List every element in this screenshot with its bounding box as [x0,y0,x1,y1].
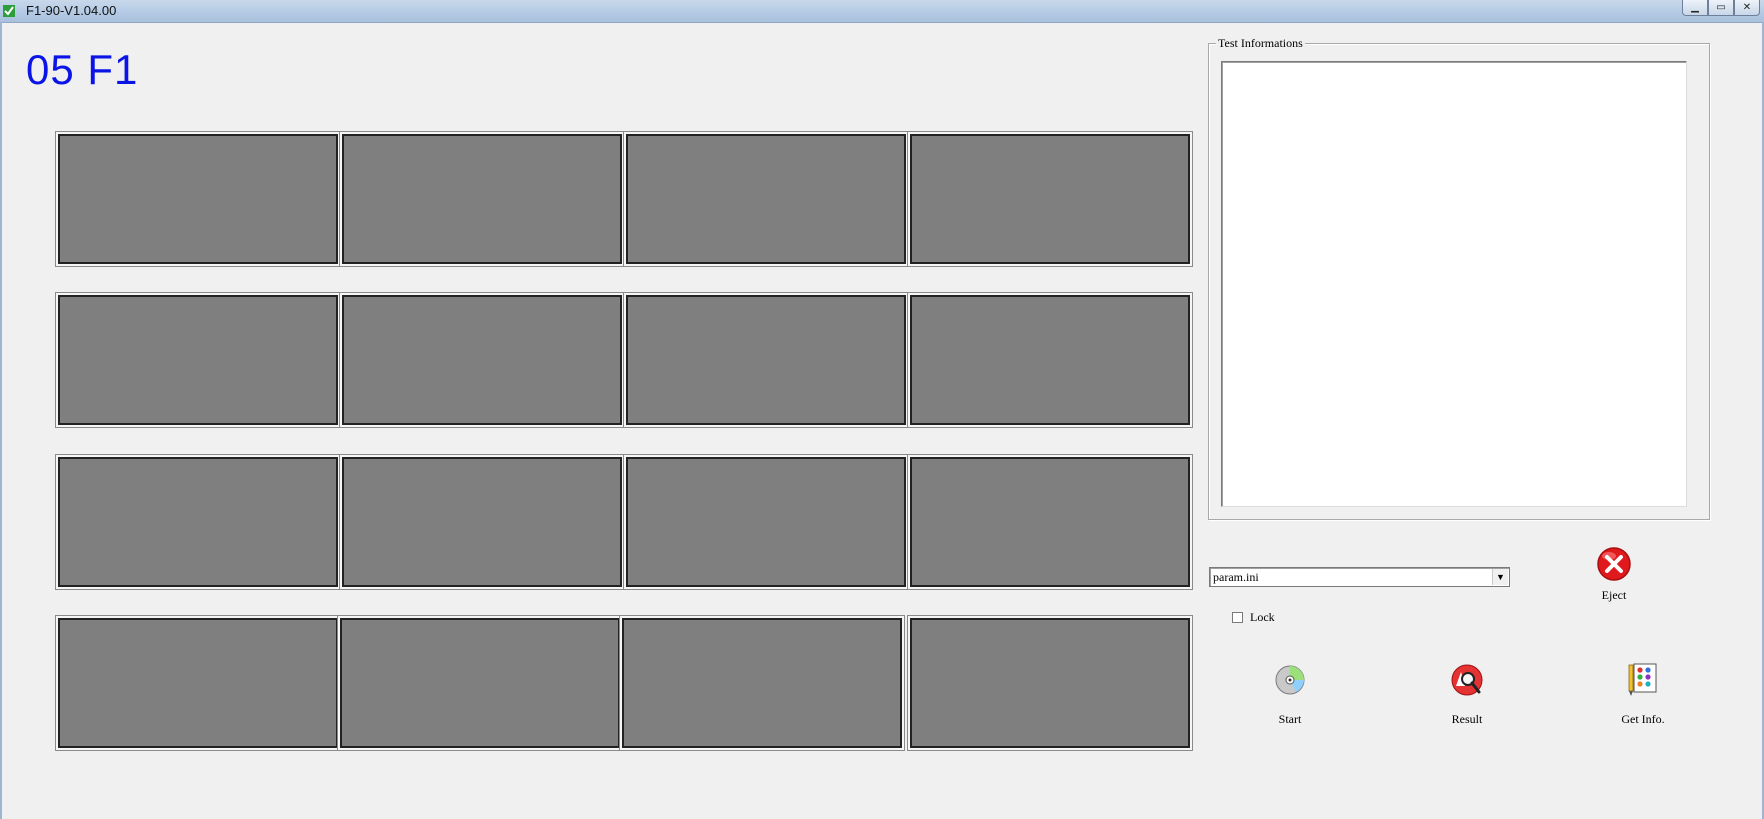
station-title: 05 F1 [26,46,139,93]
eject-button[interactable]: Eject [1574,546,1654,603]
close-button[interactable]: ✕ [1734,0,1760,16]
slot-r3-c3[interactable] [626,457,906,587]
maximize-button[interactable]: ▭ [1708,0,1734,16]
slot-r4-c2[interactable] [340,618,620,748]
slot-r1-c4[interactable] [910,134,1190,264]
palette-icon [1628,663,1657,696]
slot-r1-c1[interactable] [58,134,338,264]
get-info-button[interactable]: Get Info. [1603,662,1683,727]
test-info-legend: Test Informations [1216,36,1305,51]
window-frame-left [0,22,2,819]
lock-label: Lock [1250,610,1275,624]
result-label: Result [1451,712,1483,726]
window-controls: ▁ ▭ ✕ [1682,0,1760,16]
result-button[interactable]: Result [1427,662,1507,727]
get-info-label: Get Info. [1621,712,1665,726]
slot-r4-c4[interactable] [910,618,1190,748]
window-titlebar[interactable]: F1-90-V1.04.00 ▁ ▭ ✕ [0,0,1764,23]
window-title: F1-90-V1.04.00 [26,3,117,18]
test-info-textarea[interactable] [1221,61,1687,507]
slot-r4-c1[interactable] [58,618,338,748]
slot-r3-c4[interactable] [910,457,1190,587]
slot-r2-c3[interactable] [626,295,906,425]
lock-checkbox[interactable] [1232,612,1243,623]
config-select-value: param.ini [1213,570,1259,584]
minimize-button[interactable]: ▁ [1682,0,1708,16]
chevron-down-icon[interactable]: ▼ [1492,569,1508,585]
start-button[interactable]: Start [1250,662,1330,727]
disc-icon [1275,665,1305,695]
slot-r4-c3[interactable] [622,618,902,748]
slot-r1-c2[interactable] [342,134,622,264]
slot-r3-c2[interactable] [342,457,622,587]
result-magnifier-icon [1451,664,1483,696]
slot-r2-c4[interactable] [910,295,1190,425]
eject-label: Eject [1601,588,1627,602]
lock-checkbox-row[interactable]: Lock [1232,610,1275,625]
slot-r2-c2[interactable] [342,295,622,425]
eject-x-icon [1597,547,1631,581]
config-select[interactable]: param.ini ▼ [1209,567,1510,587]
start-label: Start [1278,712,1302,726]
slot-r1-c3[interactable] [626,134,906,264]
app-icon [3,5,15,17]
slot-r3-c1[interactable] [58,457,338,587]
slot-r2-c1[interactable] [58,295,338,425]
